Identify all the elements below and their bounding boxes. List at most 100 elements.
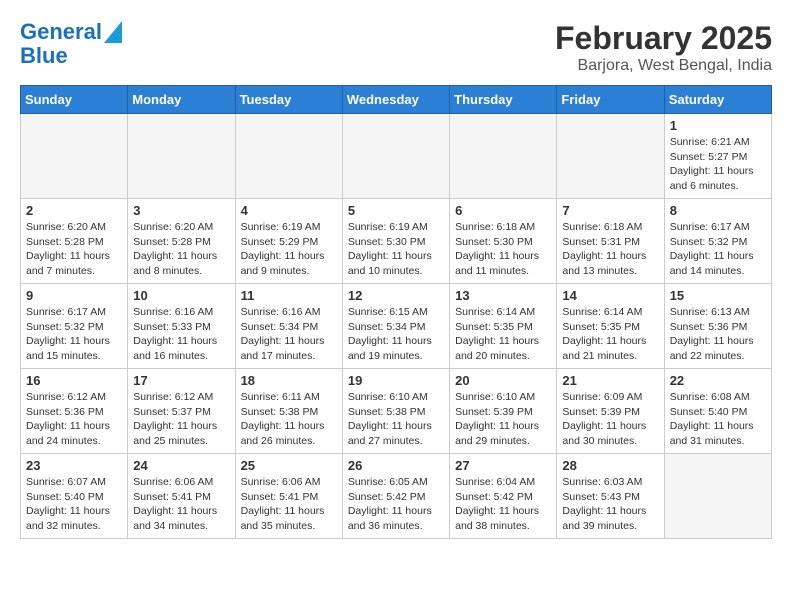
day-number: 11 <box>241 288 337 303</box>
calendar-cell: 26 Sunrise: 6:05 AM Sunset: 5:42 PM Dayli… <box>342 454 449 539</box>
day-number: 5 <box>348 203 444 218</box>
title-area: February 2025 Barjora, West Bengal, Indi… <box>555 20 772 75</box>
calendar-cell <box>21 114 128 199</box>
calendar-cell: 16Sunrise: 6:12 AM Sunset: 5:36 PM Dayli… <box>21 369 128 454</box>
logo-text-line1: General <box>20 20 102 44</box>
week-row-5: 23 Sunrise: 6:07 AM Sunset: 5:40 PM Dayli… <box>21 454 772 539</box>
week-row-2: 2Sunrise: 6:20 AM Sunset: 5:28 PM Daylig… <box>21 199 772 284</box>
day-detail: Sunrise: 6:05 AM Sunset: 5:42 PM Dayligh… <box>348 475 444 534</box>
logo-arrow-icon <box>104 21 122 43</box>
day-detail: Sunrise: 6:13 AM Sunset: 5:36 PM Dayligh… <box>670 305 766 364</box>
day-detail: Sunrise: 6:14 AM Sunset: 5:35 PM Dayligh… <box>455 305 551 364</box>
calendar-cell: 27 Sunrise: 6:04 AM Sunset: 5:42 PM Dayli… <box>450 454 557 539</box>
day-detail: Sunrise: 6:10 AM Sunset: 5:39 PM Dayligh… <box>455 390 551 449</box>
weekday-header-monday: Monday <box>128 86 235 114</box>
day-detail: Sunrise: 6:19 AM Sunset: 5:29 PM Dayligh… <box>241 220 337 279</box>
calendar-cell: 19 Sunrise: 6:10 AM Sunset: 5:38 PM Dayli… <box>342 369 449 454</box>
day-detail: Sunrise: 6:20 AM Sunset: 5:28 PM Dayligh… <box>26 220 122 279</box>
calendar-table: SundayMondayTuesdayWednesdayThursdayFrid… <box>20 85 772 539</box>
day-detail: Sunrise: 6:03 AM Sunset: 5:43 PM Dayligh… <box>562 475 658 534</box>
day-number: 13 <box>455 288 551 303</box>
day-number: 20 <box>455 373 551 388</box>
calendar-cell: 10 Sunrise: 6:16 AM Sunset: 5:33 PM Dayli… <box>128 284 235 369</box>
calendar-cell <box>664 454 771 539</box>
day-detail: Sunrise: 6:08 AM Sunset: 5:40 PM Dayligh… <box>670 390 766 449</box>
day-number: 23 <box>26 458 122 473</box>
calendar-cell: 28 Sunrise: 6:03 AM Sunset: 5:43 PM Dayli… <box>557 454 664 539</box>
calendar-cell: 21Sunrise: 6:09 AM Sunset: 5:39 PM Dayli… <box>557 369 664 454</box>
day-number: 7 <box>562 203 658 218</box>
week-row-3: 9 Sunrise: 6:17 AM Sunset: 5:32 PM Daylig… <box>21 284 772 369</box>
day-detail: Sunrise: 6:16 AM Sunset: 5:33 PM Dayligh… <box>133 305 229 364</box>
day-number: 12 <box>348 288 444 303</box>
calendar-cell: 7 Sunrise: 6:18 AM Sunset: 5:31 PM Daylig… <box>557 199 664 284</box>
day-number: 25 <box>241 458 337 473</box>
day-number: 26 <box>348 458 444 473</box>
calendar-cell: 6Sunrise: 6:18 AM Sunset: 5:30 PM Daylig… <box>450 199 557 284</box>
calendar-cell: 24 Sunrise: 6:06 AM Sunset: 5:41 PM Dayli… <box>128 454 235 539</box>
day-detail: Sunrise: 6:09 AM Sunset: 5:39 PM Dayligh… <box>562 390 658 449</box>
day-detail: Sunrise: 6:14 AM Sunset: 5:35 PM Dayligh… <box>562 305 658 364</box>
main-title: February 2025 <box>555 20 772 57</box>
calendar-cell: 5 Sunrise: 6:19 AM Sunset: 5:30 PM Daylig… <box>342 199 449 284</box>
day-number: 27 <box>455 458 551 473</box>
calendar-cell <box>557 114 664 199</box>
calendar-cell: 1 Sunrise: 6:21 AM Sunset: 5:27 PM Daylig… <box>664 114 771 199</box>
weekday-header-tuesday: Tuesday <box>235 86 342 114</box>
header: General Blue February 2025 Barjora, West… <box>20 20 772 75</box>
day-detail: Sunrise: 6:04 AM Sunset: 5:42 PM Dayligh… <box>455 475 551 534</box>
weekday-header-friday: Friday <box>557 86 664 114</box>
day-detail: Sunrise: 6:16 AM Sunset: 5:34 PM Dayligh… <box>241 305 337 364</box>
day-number: 22 <box>670 373 766 388</box>
day-number: 17 <box>133 373 229 388</box>
calendar-cell: 14 Sunrise: 6:14 AM Sunset: 5:35 PM Dayli… <box>557 284 664 369</box>
weekday-header-sunday: Sunday <box>21 86 128 114</box>
calendar-cell: 13 Sunrise: 6:14 AM Sunset: 5:35 PM Dayli… <box>450 284 557 369</box>
calendar-cell: 18 Sunrise: 6:11 AM Sunset: 5:38 PM Dayli… <box>235 369 342 454</box>
calendar-cell: 23 Sunrise: 6:07 AM Sunset: 5:40 PM Dayli… <box>21 454 128 539</box>
day-detail: Sunrise: 6:07 AM Sunset: 5:40 PM Dayligh… <box>26 475 122 534</box>
day-number: 18 <box>241 373 337 388</box>
day-detail: Sunrise: 6:06 AM Sunset: 5:41 PM Dayligh… <box>133 475 229 534</box>
calendar-cell: 8Sunrise: 6:17 AM Sunset: 5:32 PM Daylig… <box>664 199 771 284</box>
day-number: 1 <box>670 118 766 133</box>
calendar-cell: 15 Sunrise: 6:13 AM Sunset: 5:36 PM Dayli… <box>664 284 771 369</box>
logo: General Blue <box>20 20 122 68</box>
calendar-cell: 12 Sunrise: 6:15 AM Sunset: 5:34 PM Dayli… <box>342 284 449 369</box>
calendar-cell <box>128 114 235 199</box>
day-number: 6 <box>455 203 551 218</box>
calendar-cell: 11 Sunrise: 6:16 AM Sunset: 5:34 PM Dayli… <box>235 284 342 369</box>
day-number: 19 <box>348 373 444 388</box>
logo-text-line2: Blue <box>20 44 68 68</box>
calendar-cell: 2Sunrise: 6:20 AM Sunset: 5:28 PM Daylig… <box>21 199 128 284</box>
weekday-header-wednesday: Wednesday <box>342 86 449 114</box>
day-detail: Sunrise: 6:21 AM Sunset: 5:27 PM Dayligh… <box>670 135 766 194</box>
calendar-cell: 20 Sunrise: 6:10 AM Sunset: 5:39 PM Dayli… <box>450 369 557 454</box>
day-detail: Sunrise: 6:20 AM Sunset: 5:28 PM Dayligh… <box>133 220 229 279</box>
subtitle: Barjora, West Bengal, India <box>555 57 772 75</box>
day-detail: Sunrise: 6:12 AM Sunset: 5:37 PM Dayligh… <box>133 390 229 449</box>
day-number: 3 <box>133 203 229 218</box>
day-number: 24 <box>133 458 229 473</box>
calendar-cell <box>342 114 449 199</box>
day-detail: Sunrise: 6:18 AM Sunset: 5:31 PM Dayligh… <box>562 220 658 279</box>
day-number: 10 <box>133 288 229 303</box>
day-detail: Sunrise: 6:17 AM Sunset: 5:32 PM Dayligh… <box>670 220 766 279</box>
calendar-header-row: SundayMondayTuesdayWednesdayThursdayFrid… <box>21 86 772 114</box>
day-detail: Sunrise: 6:19 AM Sunset: 5:30 PM Dayligh… <box>348 220 444 279</box>
day-detail: Sunrise: 6:10 AM Sunset: 5:38 PM Dayligh… <box>348 390 444 449</box>
day-detail: Sunrise: 6:11 AM Sunset: 5:38 PM Dayligh… <box>241 390 337 449</box>
day-number: 16 <box>26 373 122 388</box>
day-detail: Sunrise: 6:15 AM Sunset: 5:34 PM Dayligh… <box>348 305 444 364</box>
calendar-cell: 3 Sunrise: 6:20 AM Sunset: 5:28 PM Daylig… <box>128 199 235 284</box>
day-detail: Sunrise: 6:17 AM Sunset: 5:32 PM Dayligh… <box>26 305 122 364</box>
calendar-cell: 22 Sunrise: 6:08 AM Sunset: 5:40 PM Dayli… <box>664 369 771 454</box>
day-number: 28 <box>562 458 658 473</box>
week-row-1: 1 Sunrise: 6:21 AM Sunset: 5:27 PM Daylig… <box>21 114 772 199</box>
calendar-cell: 25Sunrise: 6:06 AM Sunset: 5:41 PM Dayli… <box>235 454 342 539</box>
calendar-cell <box>235 114 342 199</box>
calendar-cell <box>450 114 557 199</box>
day-number: 14 <box>562 288 658 303</box>
day-number: 15 <box>670 288 766 303</box>
day-number: 9 <box>26 288 122 303</box>
